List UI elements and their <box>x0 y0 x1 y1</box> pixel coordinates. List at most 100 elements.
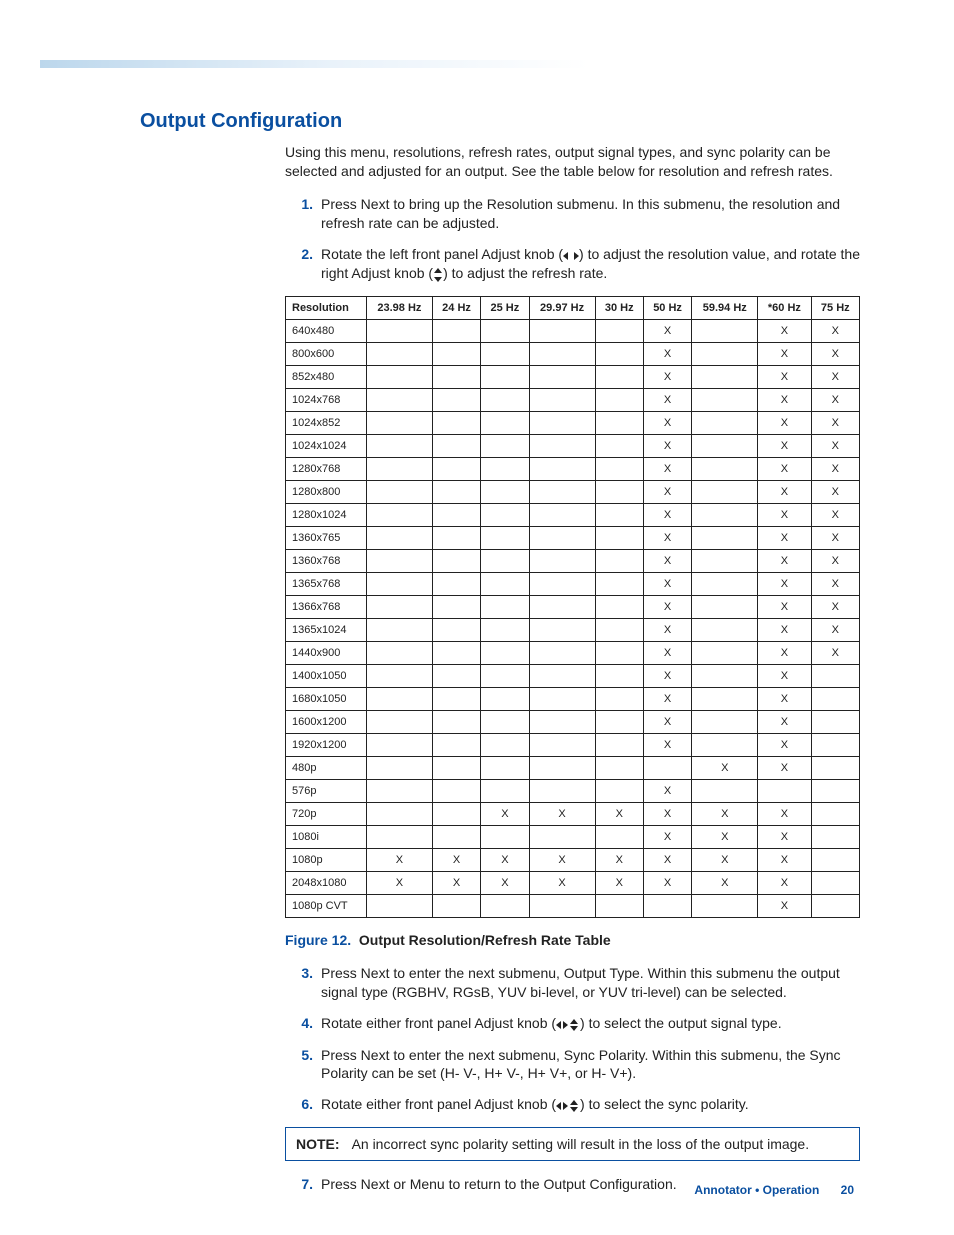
table-cell <box>595 619 643 642</box>
table-row: 720pXXXXXX <box>286 803 860 826</box>
table-cell <box>811 849 859 872</box>
table-cell <box>481 665 529 688</box>
table-cell: X <box>758 596 811 619</box>
table-cell <box>692 619 758 642</box>
table-row: 1280x800XXX <box>286 481 860 504</box>
table-row: 1080pXXXXXXXX <box>286 849 860 872</box>
table-cell: X <box>595 803 643 826</box>
table-cell <box>595 711 643 734</box>
table-cell <box>529 343 595 366</box>
table-cell <box>692 458 758 481</box>
table-cell: X <box>758 435 811 458</box>
step-item: 1. Press Next to bring up the Resolution… <box>285 195 860 233</box>
table-cell <box>811 688 859 711</box>
table-cell: X <box>529 872 595 895</box>
step-text: Rotate either front panel Adjust knob ()… <box>321 1014 860 1034</box>
table-cell: X <box>811 343 859 366</box>
table-cell <box>432 527 480 550</box>
table-cell <box>432 389 480 412</box>
table-cell: X <box>595 849 643 872</box>
table-row: 1280x1024XXX <box>286 504 860 527</box>
table-cell <box>529 895 595 918</box>
table-cell <box>432 412 480 435</box>
table-cell <box>481 435 529 458</box>
table-cell <box>811 872 859 895</box>
table-cell <box>692 550 758 573</box>
table-row: 1024x852XXX <box>286 412 860 435</box>
figure-caption: Figure 12. Output Resolution/Refresh Rat… <box>285 932 860 948</box>
table-cell <box>692 366 758 389</box>
table-cell <box>811 895 859 918</box>
table-cell: X <box>758 504 811 527</box>
table-cell: X <box>758 389 811 412</box>
table-cell <box>481 895 529 918</box>
table-cell <box>595 757 643 780</box>
table-cell <box>811 711 859 734</box>
table-cell: X <box>643 573 691 596</box>
table-row: 1080p CVTX <box>286 895 860 918</box>
table-cell <box>595 458 643 481</box>
table-row: 1360x768XXX <box>286 550 860 573</box>
table-cell: X <box>758 849 811 872</box>
step-item: 5. Press Next to enter the next submenu,… <box>285 1046 860 1084</box>
footer-title: Annotator • Operation <box>694 1183 819 1197</box>
table-cell <box>692 688 758 711</box>
table-cell: X <box>529 803 595 826</box>
table-cell: X <box>758 320 811 343</box>
table-cell: X <box>811 504 859 527</box>
table-cell: 1080p <box>286 849 367 872</box>
adjust-knob-icon <box>556 1015 580 1034</box>
table-cell: X <box>643 872 691 895</box>
table-cell <box>595 573 643 596</box>
table-cell: X <box>811 619 859 642</box>
table-header-cell: 24 Hz <box>432 297 480 320</box>
table-cell <box>529 665 595 688</box>
table-cell: X <box>643 481 691 504</box>
table-cell: X <box>432 849 480 872</box>
table-header-cell: 59.94 Hz <box>692 297 758 320</box>
table-cell <box>432 711 480 734</box>
table-cell: 1365x768 <box>286 573 367 596</box>
resolution-refresh-table: Resolution23.98 Hz24 Hz25 Hz29.97 Hz30 H… <box>285 296 860 918</box>
table-cell <box>529 320 595 343</box>
step-number: 2. <box>285 245 321 284</box>
table-cell <box>481 389 529 412</box>
table-cell: X <box>643 504 691 527</box>
table-cell: 720p <box>286 803 367 826</box>
table-row: 1400x1050XX <box>286 665 860 688</box>
table-cell: X <box>811 550 859 573</box>
table-cell: X <box>758 757 811 780</box>
table-cell: X <box>643 780 691 803</box>
table-cell <box>595 527 643 550</box>
table-cell <box>366 412 432 435</box>
table-row: 1365x1024XXX <box>286 619 860 642</box>
table-cell <box>432 573 480 596</box>
table-cell: X <box>643 320 691 343</box>
table-cell: X <box>692 849 758 872</box>
table-cell: X <box>811 458 859 481</box>
table-cell: 800x600 <box>286 343 367 366</box>
table-cell <box>595 366 643 389</box>
table-cell: X <box>529 849 595 872</box>
table-cell <box>366 343 432 366</box>
table-cell <box>595 481 643 504</box>
table-cell: X <box>643 688 691 711</box>
table-cell: X <box>758 872 811 895</box>
table-cell <box>366 895 432 918</box>
table-cell: X <box>758 826 811 849</box>
table-cell <box>595 504 643 527</box>
table-cell <box>692 435 758 458</box>
step-list: 1. Press Next to bring up the Resolution… <box>285 195 860 284</box>
table-cell <box>529 389 595 412</box>
table-cell: X <box>811 412 859 435</box>
step-item: 2. Rotate the left front panel Adjust kn… <box>285 245 860 284</box>
table-cell <box>529 757 595 780</box>
table-row: 1680x1050XX <box>286 688 860 711</box>
table-cell <box>366 596 432 619</box>
table-cell: 1360x765 <box>286 527 367 550</box>
table-cell: 1365x1024 <box>286 619 367 642</box>
step-item: 4. Rotate either front panel Adjust knob… <box>285 1014 860 1034</box>
table-header-cell: Resolution <box>286 297 367 320</box>
table-cell <box>643 757 691 780</box>
table-cell <box>481 412 529 435</box>
